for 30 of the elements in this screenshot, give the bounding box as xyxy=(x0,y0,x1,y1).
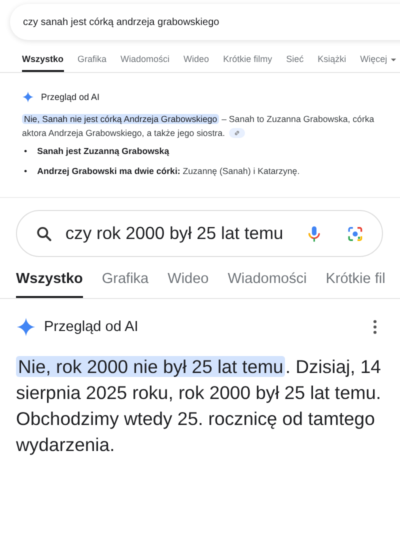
bullet-point: Sanah jest Zuzanną Grabowską xyxy=(37,146,170,158)
tab[interactable]: Krótkie fil xyxy=(326,271,386,298)
tab[interactable]: Wideo xyxy=(168,271,209,298)
bullet-marker: • xyxy=(24,166,28,178)
search-query: czy rok 2000 był 25 lat temu xyxy=(65,223,284,244)
tab[interactable]: Wszystko xyxy=(16,271,83,298)
bullet-point: Andrzej Grabowski ma dwie córki: Zuzannę (Sanah) i Katarzynę. xyxy=(37,166,300,178)
tab[interactable]: Grafika xyxy=(102,271,149,298)
caret-icon xyxy=(390,56,398,62)
tab[interactable]: Książki xyxy=(318,54,346,72)
sparkle-icon xyxy=(16,317,36,338)
tab[interactable]: Wszystko xyxy=(22,54,64,72)
tab[interactable]: Wideo xyxy=(184,54,210,72)
tab[interactable]: Wiadomości xyxy=(120,54,170,72)
search-query: czy sanah jest córką andrzeja grabowskiego xyxy=(23,16,220,28)
answer-paragraph: Nie, rok 2000 nie był 25 lat temu. Dzisiaj, 14 sierpnia 2025 roku, rok 2000 był 25 lat temu. Obchodzimy wtedy 25. rocznicę od tamtego wydarzenia. xyxy=(16,355,382,457)
tab[interactable]: Więcej xyxy=(360,54,398,72)
search-field[interactable]: czy sanah jest córką andrzeja grabowskiego xyxy=(10,4,400,40)
ai-overview-title: Przegląd od AI xyxy=(44,319,138,336)
search-field[interactable]: czy rok 2000 był 25 lat temu xyxy=(16,210,383,258)
tab[interactable]: Wiadomości xyxy=(228,271,307,298)
bullet-marker: • xyxy=(24,146,28,158)
link-icon[interactable] xyxy=(228,128,245,138)
answer-paragraph: Nie, Sanah nie jest córką Andrzeja Grabowskiego – Sanah to Zuzanna Grabowska, córka aktora Andrzeja Grabowskiego, a także jego siostra. xyxy=(22,113,376,140)
tab[interactable]: Sieć xyxy=(286,54,304,72)
tab[interactable]: Krótkie filmy xyxy=(223,54,272,72)
ai-overview-title: Przegląd od AI xyxy=(41,92,100,102)
tab[interactable]: Grafika xyxy=(78,54,107,72)
more-options-icon[interactable] xyxy=(372,318,378,336)
sparkle-icon xyxy=(22,91,34,103)
